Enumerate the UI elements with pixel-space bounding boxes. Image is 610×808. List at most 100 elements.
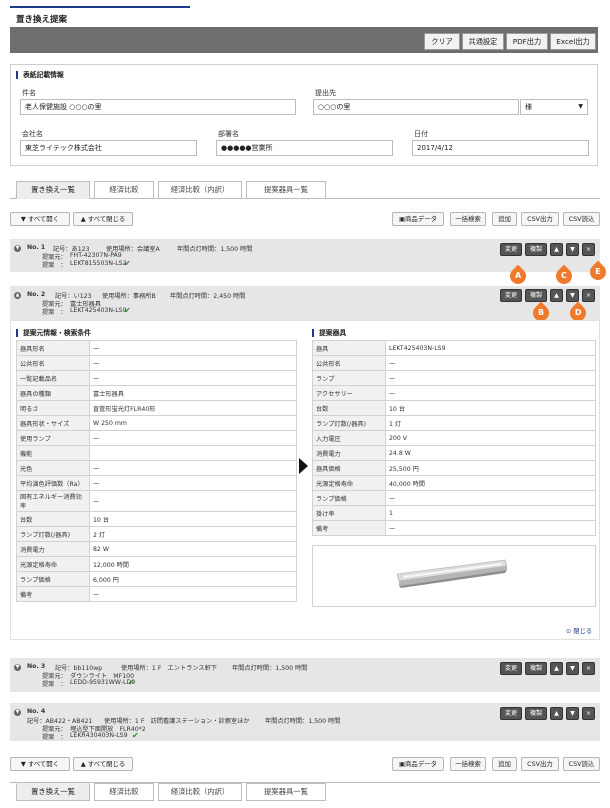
department-input[interactable]: ●●●●●営業所: [216, 140, 393, 156]
bulk-search-button[interactable]: 一括検索: [450, 212, 486, 226]
spec-value: ー: [385, 370, 596, 386]
change-button[interactable]: 変更: [500, 662, 522, 675]
product-data-button-bottom[interactable]: ▣商品データ: [392, 757, 444, 771]
change-button[interactable]: 変更: [500, 289, 522, 302]
move-up-button[interactable]: ▲: [550, 243, 563, 256]
copy-button[interactable]: 複製: [525, 289, 547, 302]
spec-value: 40,000 時間: [385, 475, 596, 491]
delete-button[interactable]: ×: [582, 707, 595, 720]
copy-button[interactable]: 複製: [525, 707, 547, 720]
submit-to-input[interactable]: ○○○の里: [313, 99, 519, 115]
tab-economic-detail[interactable]: 経済比較（内訳）: [158, 181, 242, 199]
spec-key: 公共形名: [312, 355, 386, 371]
tab-proposed-list[interactable]: 提案器具一覧: [246, 181, 326, 199]
chevron-down-icon[interactable]: ▼: [14, 664, 21, 671]
delete-button[interactable]: ×: [582, 243, 595, 256]
open-all-button[interactable]: ▼ すべて開く: [10, 212, 70, 226]
spec-row: 器具の種類 富士形器具: [16, 385, 297, 401]
pdf-export-button[interactable]: PDF出力: [506, 33, 548, 50]
move-up-button[interactable]: ▲: [550, 662, 563, 675]
add-button-bottom[interactable]: 追加: [492, 757, 517, 771]
product-data-button[interactable]: ▣商品データ: [392, 212, 444, 226]
item-hours: 年間点灯時間：2,450 時間: [170, 293, 246, 300]
excel-export-button[interactable]: Excel出力: [550, 33, 596, 50]
spec-key: 消費電力: [16, 541, 90, 557]
honorific-select[interactable]: 様 ▼: [520, 99, 588, 115]
tab-replacement-list[interactable]: 置き換え一覧: [16, 181, 90, 199]
move-down-button[interactable]: ▼: [566, 707, 579, 720]
subject-input[interactable]: 老人保健施設 ○○○の里: [20, 99, 296, 115]
csv-import-button[interactable]: CSV読込: [563, 212, 600, 226]
csv-export-button[interactable]: CSV出力: [521, 212, 559, 226]
copy-button[interactable]: 複製: [525, 243, 547, 256]
chevron-up-icon[interactable]: ▲: [14, 292, 21, 299]
csv-import-button-bottom[interactable]: CSV読込: [563, 757, 600, 771]
item-no: No. 4: [27, 708, 46, 715]
company-input[interactable]: 東芝ライテック株式会社: [20, 140, 197, 156]
tab-proposed-list-bottom[interactable]: 提案器具一覧: [246, 783, 326, 801]
right-section-title: 提案器具: [312, 329, 346, 337]
move-down-button[interactable]: ▼: [566, 243, 579, 256]
honorific-value: 様: [525, 103, 532, 111]
spec-row: 固有エネルギー消費効率ー: [16, 490, 297, 512]
close-all-button-bottom[interactable]: ▲ すべて閉じる: [73, 757, 133, 771]
spec-row: ランプ価格 6,000 円: [16, 571, 297, 587]
tab-replacement-list-bottom[interactable]: 置き換え一覧: [16, 783, 90, 801]
date-input[interactable]: 2017/4/12: [412, 140, 589, 156]
spec-value: 10 台: [89, 511, 297, 527]
spec-key: 光源定格寿命: [312, 475, 386, 491]
spec-value: W 250 mm: [89, 415, 297, 431]
move-down-button[interactable]: ▼: [566, 289, 579, 302]
spec-value: ー: [89, 490, 297, 512]
common-settings-button[interactable]: 共通設定: [462, 33, 504, 50]
spec-value: 25,500 円: [385, 460, 596, 476]
add-button[interactable]: 追加: [492, 212, 517, 226]
tab-economic-bottom[interactable]: 経済比較: [94, 783, 154, 801]
original-spec-table: 器具形名ー公共形名ー一覧記載品名ー器具の種類 富士形器具 明るさ 直管形蛍光灯FLR4…: [16, 340, 297, 602]
list-item-2[interactable]: ▲ No. 2 記号：い123 使用場所：事務所B 年間点灯時間：2,450 時…: [10, 286, 600, 320]
tab-economic-detail-bottom[interactable]: 経済比較（内訳）: [158, 783, 242, 801]
close-all-button[interactable]: ▲ すべて閉じる: [73, 212, 133, 226]
check-icon: ✔: [124, 306, 131, 315]
delete-button[interactable]: ×: [582, 289, 595, 302]
spec-key: 器具価格: [312, 460, 386, 476]
spec-value: 直管形蛍光灯FLR40形: [89, 400, 297, 416]
spec-key: 器具: [312, 340, 386, 356]
item-place: 使用場所：事務所B: [102, 293, 156, 300]
item-prop: LEKR430403N-LS9: [70, 732, 128, 739]
spec-key: 台数: [312, 400, 386, 416]
spec-row: 公共形名ー: [16, 355, 297, 371]
spec-value: 1: [385, 505, 596, 521]
delete-button[interactable]: ×: [582, 662, 595, 675]
change-button[interactable]: 変更: [500, 243, 522, 256]
change-button[interactable]: 変更: [500, 707, 522, 720]
spec-key: ランプ価格: [16, 571, 90, 587]
chevron-down-icon[interactable]: ▼: [14, 709, 21, 716]
item-prop-label: 提案 ：: [42, 681, 67, 688]
submit-to-label: 提出先: [315, 89, 336, 97]
spec-key: 器具形状・サイズ: [16, 415, 90, 431]
clear-button[interactable]: クリア: [424, 33, 460, 50]
spec-row: 消費電力 24.8 W: [312, 445, 596, 461]
csv-export-button-bottom[interactable]: CSV出力: [521, 757, 559, 771]
move-up-button[interactable]: ▲: [550, 289, 563, 302]
spec-row: 機能: [16, 445, 297, 461]
list-item-3[interactable]: ▼ No. 3 記号：bb110wp 使用場所：1 F エントランス軒下 年間点…: [10, 658, 600, 692]
spec-key: 消費電力: [312, 445, 386, 461]
list-item-1[interactable]: ▼ No. 1 記号：あ123 使用場所：会議室A 年間点灯時間：1,500 時…: [10, 239, 600, 272]
spec-row: 器具形名ー: [16, 340, 297, 356]
close-icon: ▲: [80, 215, 88, 223]
check-icon: ✔: [132, 731, 139, 740]
bulk-search-button-bottom[interactable]: 一括検索: [450, 757, 486, 771]
move-down-button[interactable]: ▼: [566, 662, 579, 675]
tab-economic[interactable]: 経済比較: [94, 181, 154, 199]
spec-value: ー: [89, 475, 297, 491]
spec-row: 一覧記載品名ー: [16, 370, 297, 386]
chevron-down-icon[interactable]: ▼: [14, 245, 21, 252]
list-item-4[interactable]: ▼ No. 4 記号：AB422・AB421 使用場所：1 F 訪問看護ステーシ…: [10, 703, 600, 741]
close-detail-link[interactable]: ⊙ 閉じる: [566, 626, 592, 635]
cover-section-title: 表紙記載情報: [16, 71, 64, 79]
copy-button[interactable]: 複製: [525, 662, 547, 675]
move-up-button[interactable]: ▲: [550, 707, 563, 720]
open-all-button-bottom[interactable]: ▼ すべて開く: [10, 757, 70, 771]
